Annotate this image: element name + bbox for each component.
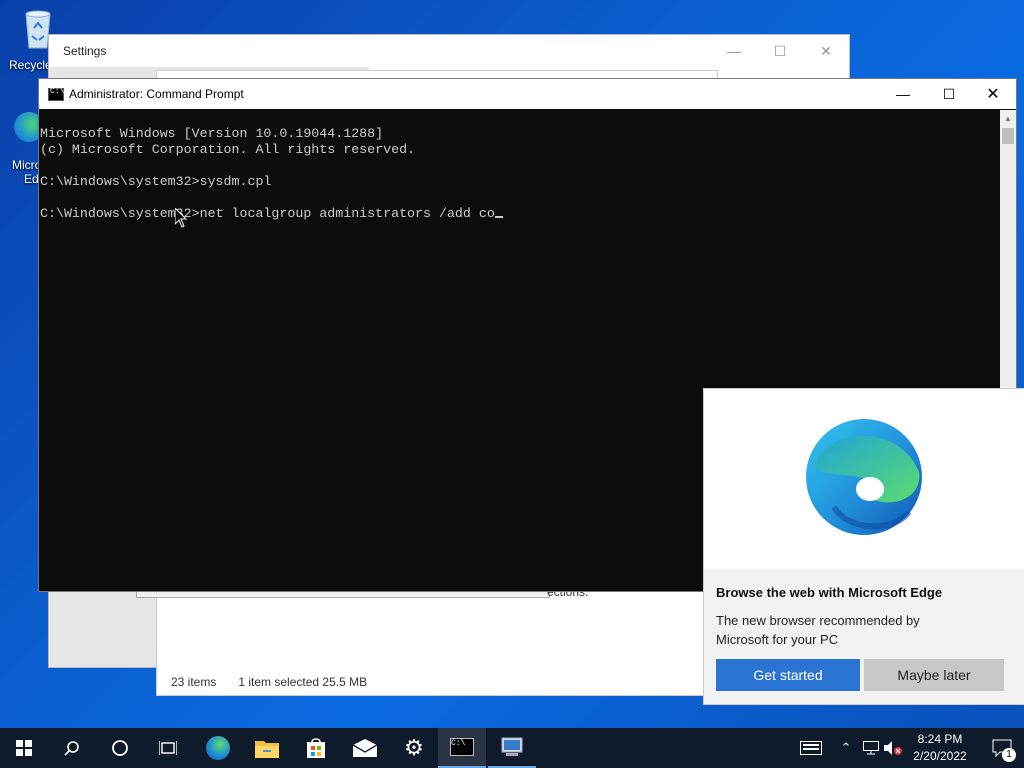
task-view-button[interactable] [144, 728, 192, 768]
search-icon [64, 741, 79, 756]
taskbar-file-explorer[interactable] [243, 728, 291, 768]
task-view-icon [159, 741, 177, 755]
command-prompt-icon: C:\ [48, 87, 64, 101]
status-selection: 1 item selected 25.5 MB [238, 675, 368, 689]
edge-promo-body: Browse the web with Microsoft Edge The n… [704, 569, 1024, 704]
settings-gear-icon: ⚙ [404, 735, 424, 760]
taskbar-settings[interactable]: ⚙ [390, 728, 438, 768]
start-button[interactable] [0, 728, 48, 768]
scroll-up-arrow-icon[interactable]: ▲ [1004, 114, 1012, 123]
get-started-button[interactable]: Get started [716, 659, 860, 691]
edge-shortcut-label-2: Ed [24, 172, 39, 186]
search-button[interactable] [48, 728, 96, 768]
taskbar-edge[interactable] [194, 728, 242, 768]
cmd-minimize-button[interactable]: — [880, 79, 926, 109]
taskbar-store[interactable] [292, 728, 340, 768]
settings-close-button[interactable]: ✕ [803, 35, 849, 67]
taskbar-system-properties[interactable] [488, 728, 536, 768]
mail-icon [353, 739, 377, 757]
edge-promo-text: The new browser recommended by Microsoft… [716, 613, 920, 647]
edge-promo-hero [704, 389, 1024, 569]
tray-keyboard[interactable] [796, 728, 826, 768]
settings-maximize-button[interactable]: ☐ [757, 35, 803, 67]
console-line: (c) Microsoft Corporation. All rights re… [40, 142, 416, 157]
store-icon [307, 738, 325, 758]
keyboard-icon [800, 741, 822, 755]
clock-date: 2/20/2022 [913, 749, 967, 763]
recycle-bin-label: Recycle [9, 58, 52, 72]
settings-title: Settings [63, 44, 107, 58]
taskbar-mail[interactable] [341, 728, 389, 768]
tray-network[interactable] [860, 728, 882, 768]
console-command: C:\Windows\system32>net localgroup admin… [40, 206, 495, 221]
edge-icon [206, 736, 230, 760]
action-center-button[interactable]: 1 [980, 728, 1024, 768]
chevron-up-icon: ⌃ [840, 740, 852, 755]
explorer-status-bar: 23 items 1 item selected 25.5 MB [157, 669, 717, 695]
system-properties-icon [501, 737, 523, 756]
maybe-later-button[interactable]: Maybe later [864, 659, 1004, 691]
windows-start-icon [16, 740, 32, 756]
taskbar: ⚙ C:\ ⌃ 8:24 PM 2/20/2022 1 [0, 728, 1024, 768]
text-cursor [494, 216, 503, 218]
cortana-icon [112, 740, 128, 756]
network-icon [863, 741, 879, 755]
status-item-count: 23 items [171, 675, 217, 689]
settings-minimize-button[interactable]: — [711, 35, 757, 67]
cmd-maximize-button[interactable]: ☐ [926, 79, 972, 109]
console-line: C:\Windows\system32>sysdm.cpl [40, 174, 272, 189]
command-prompt-icon: C:\ [450, 738, 474, 756]
cortana-button[interactable] [96, 728, 144, 768]
clock-time: 8:24 PM [917, 732, 963, 746]
file-explorer-icon [255, 741, 279, 758]
cmd-close-button[interactable]: ✕ [970, 79, 1016, 109]
edge-promo-popup[interactable]: Browse the web with Microsoft Edge The n… [703, 388, 1024, 705]
notification-count-badge: 1 [1002, 748, 1016, 762]
edge-shortcut-label: Micro [12, 158, 42, 172]
tray-chevron[interactable]: ⌃ [836, 728, 856, 768]
mouse-pointer-icon [174, 206, 188, 233]
cmd-title: Administrator: Command Prompt [69, 87, 244, 101]
scroll-thumb[interactable] [1002, 128, 1014, 144]
console-line: Microsoft Windows [Version 10.0.19044.12… [40, 126, 384, 141]
cmd-titlebar[interactable]: C:\ Administrator: Command Prompt — ☐ ✕ [39, 79, 1016, 109]
edge-promo-heading: Browse the web with Microsoft Edge [716, 585, 943, 600]
taskbar-clock[interactable]: 8:24 PM 2/20/2022 [900, 728, 980, 768]
edge-logo-icon [804, 417, 924, 542]
taskbar-command-prompt[interactable]: C:\ [438, 728, 486, 768]
